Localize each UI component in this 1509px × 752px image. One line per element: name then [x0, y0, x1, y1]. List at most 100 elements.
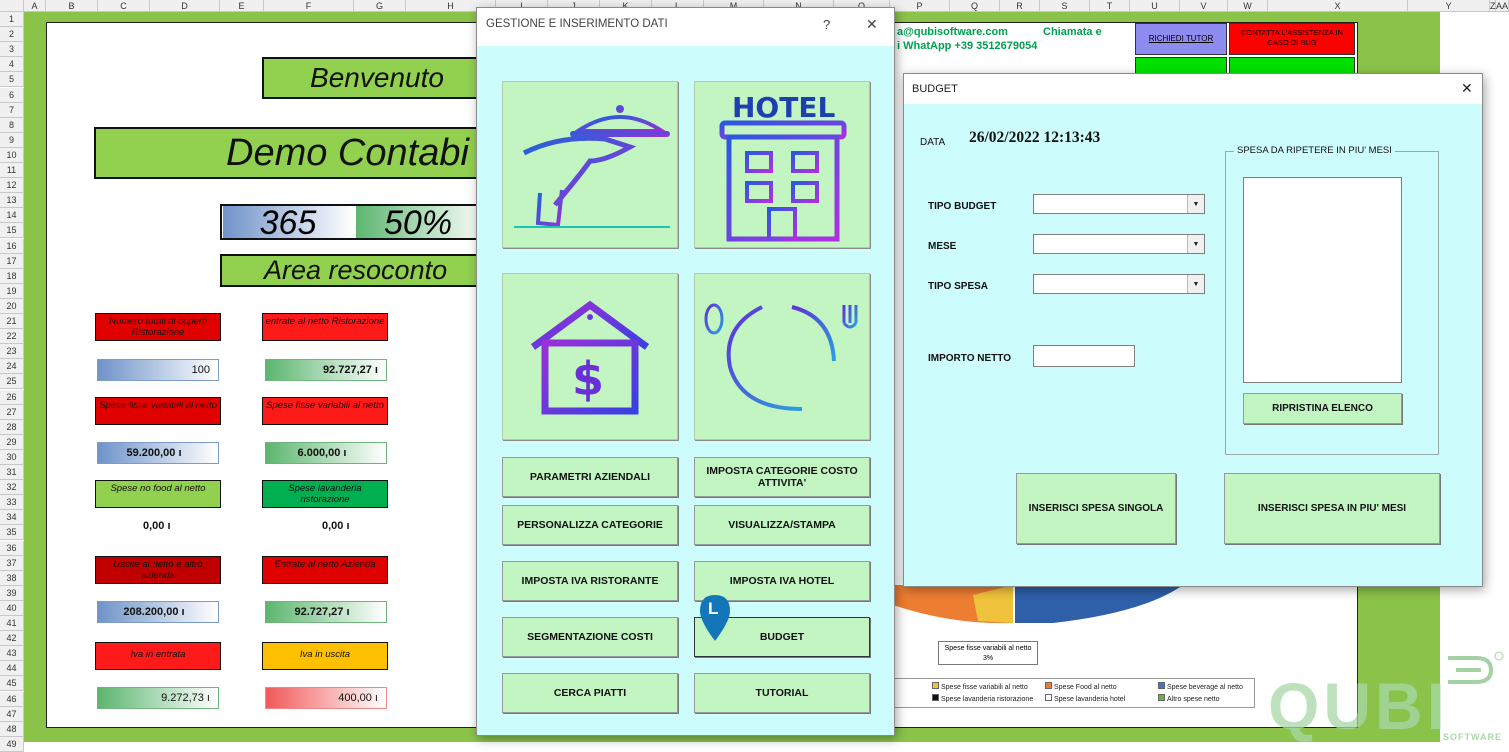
contact-whatsapp: i WhatApp +39 3512679054 [897, 40, 1038, 52]
tipo-spesa-select[interactable]: ▼ [1033, 274, 1205, 294]
tile-hotel[interactable]: HOTEL [694, 81, 870, 248]
row-header-5[interactable]: 5 [0, 72, 24, 88]
row-header-12[interactable]: 12 [0, 178, 24, 194]
column-header-r[interactable]: R [1000, 0, 1040, 12]
inserisci-singola-button[interactable]: INSERISCI SPESA SINGOLA [1016, 473, 1176, 544]
row-header-33[interactable]: 33 [0, 495, 24, 511]
row-header-41[interactable]: 41 [0, 616, 24, 632]
column-header-x[interactable]: X [1268, 0, 1408, 12]
parametri-aziendali-button[interactable]: PARAMETRI AZIENDALI [502, 457, 678, 497]
row-header-30[interactable]: 30 [0, 449, 24, 465]
column-header-c[interactable]: C [98, 0, 150, 12]
row-header-3[interactable]: 3 [0, 42, 24, 58]
tutorial-button[interactable]: TUTORIAL [694, 673, 870, 713]
row-header-2[interactable]: 2 [0, 27, 24, 43]
row-header-4[interactable]: 4 [0, 57, 24, 73]
importo-input[interactable] [1033, 345, 1135, 367]
iva-ristorante-button[interactable]: IMPOSTA IVA RISTORANTE [502, 561, 678, 601]
row-header-49[interactable]: 49 [0, 736, 24, 752]
row-header-9[interactable]: 9 [0, 132, 24, 148]
mese-select[interactable]: ▼ [1033, 234, 1205, 254]
legend-label: Spese fisse variabili al netto [941, 684, 1028, 691]
tile-ristorante[interactable] [694, 273, 870, 440]
support-button[interactable]: CONTATTA L'ASSISTENZA IN CASO DI BUG [1229, 23, 1355, 55]
row-header-6[interactable]: 6 [0, 87, 24, 103]
inserisci-mesi-button[interactable]: INSERISCI SPESA IN PIU' MESI [1224, 473, 1440, 544]
row-header-39[interactable]: 39 [0, 585, 24, 601]
demo-title-text: Demo Contabi [226, 131, 469, 174]
row-header-21[interactable]: 21 [0, 314, 24, 330]
chevron-down-icon[interactable]: ▼ [1187, 275, 1204, 293]
row-header-24[interactable]: 24 [0, 359, 24, 375]
row-header-35[interactable]: 35 [0, 525, 24, 541]
column-header-g[interactable]: G [354, 0, 406, 12]
row-header-44[interactable]: 44 [0, 661, 24, 677]
help-button[interactable]: ? [823, 17, 830, 32]
categorie-costo-button[interactable]: IMPOSTA CATEGORIE COSTO ATTIVITA' [694, 457, 870, 497]
column-header-s[interactable]: S [1040, 0, 1090, 12]
column-header-f[interactable]: F [264, 0, 354, 12]
chevron-down-icon[interactable]: ▼ [1187, 195, 1204, 213]
row-header-20[interactable]: 20 [0, 298, 24, 314]
row-header-36[interactable]: 36 [0, 540, 24, 556]
column-header-u[interactable]: U [1130, 0, 1180, 12]
tile-entrate[interactable]: $ [502, 273, 678, 440]
row-header-47[interactable]: 47 [0, 706, 24, 722]
row-header-25[interactable]: 25 [0, 374, 24, 390]
tile-ristorazione[interactable] [502, 81, 678, 248]
chevron-down-icon[interactable]: ▼ [1187, 235, 1204, 253]
row-header-40[interactable]: 40 [0, 600, 24, 616]
visualizza-stampa-button[interactable]: VISUALIZZA/STAMPA [694, 505, 870, 545]
row-header-42[interactable]: 42 [0, 631, 24, 647]
row-header-34[interactable]: 34 [0, 510, 24, 526]
row-header-26[interactable]: 26 [0, 389, 24, 405]
row-header-46[interactable]: 46 [0, 691, 24, 707]
row-header-32[interactable]: 32 [0, 480, 24, 496]
column-header-q[interactable]: Q [950, 0, 1000, 12]
ripristina-elenco-button[interactable]: RIPRISTINA ELENCO [1243, 393, 1402, 424]
tutor-button[interactable]: RICHIEDI TUTOR [1135, 23, 1227, 55]
row-header-15[interactable]: 15 [0, 223, 24, 239]
cerca-piatti-button[interactable]: CERCA PIATTI [502, 673, 678, 713]
row-header-1[interactable]: 1 [0, 12, 24, 28]
row-header-45[interactable]: 45 [0, 676, 24, 692]
row-header-22[interactable]: 22 [0, 329, 24, 345]
row-header-48[interactable]: 48 [0, 721, 24, 737]
row-header-7[interactable]: 7 [0, 102, 24, 118]
select-all-corner[interactable] [0, 0, 24, 12]
row-header-23[interactable]: 23 [0, 344, 24, 360]
column-header-aa[interactable]: AA [1496, 0, 1509, 12]
column-header-t[interactable]: T [1090, 0, 1130, 12]
close-icon[interactable]: ✕ [866, 16, 878, 33]
row-header-31[interactable]: 31 [0, 465, 24, 481]
row-header-29[interactable]: 29 [0, 434, 24, 450]
row-header-27[interactable]: 27 [0, 404, 24, 420]
row-header-8[interactable]: 8 [0, 117, 24, 133]
row-header-38[interactable]: 38 [0, 570, 24, 586]
row-header-10[interactable]: 10 [0, 147, 24, 163]
mesi-listbox[interactable] [1243, 177, 1402, 383]
tipo-budget-select[interactable]: ▼ [1033, 194, 1205, 214]
column-header-d[interactable]: D [150, 0, 220, 12]
row-header-43[interactable]: 43 [0, 646, 24, 662]
column-header-b[interactable]: B [46, 0, 98, 12]
column-header-w[interactable]: W [1228, 0, 1268, 12]
row-header-11[interactable]: 11 [0, 163, 24, 179]
budget-close-icon[interactable]: ✕ [1461, 80, 1473, 97]
row-header-14[interactable]: 14 [0, 208, 24, 224]
row-header-16[interactable]: 16 [0, 238, 24, 254]
row-header-13[interactable]: 13 [0, 193, 24, 209]
column-header-p[interactable]: P [890, 0, 950, 12]
row-header-37[interactable]: 37 [0, 555, 24, 571]
demo-title-banner: Demo Contabi [94, 127, 494, 179]
row-header-17[interactable]: 17 [0, 253, 24, 269]
column-header-y[interactable]: Y [1408, 0, 1490, 12]
row-header-28[interactable]: 28 [0, 419, 24, 435]
column-header-e[interactable]: E [220, 0, 264, 12]
personalizza-categorie-button[interactable]: PERSONALIZZA CATEGORIE [502, 505, 678, 545]
row-header-18[interactable]: 18 [0, 268, 24, 284]
column-header-a[interactable]: A [24, 0, 46, 12]
segmentazione-costi-button[interactable]: SEGMENTAZIONE COSTI [502, 617, 678, 657]
row-header-19[interactable]: 19 [0, 283, 24, 299]
column-header-v[interactable]: V [1180, 0, 1228, 12]
